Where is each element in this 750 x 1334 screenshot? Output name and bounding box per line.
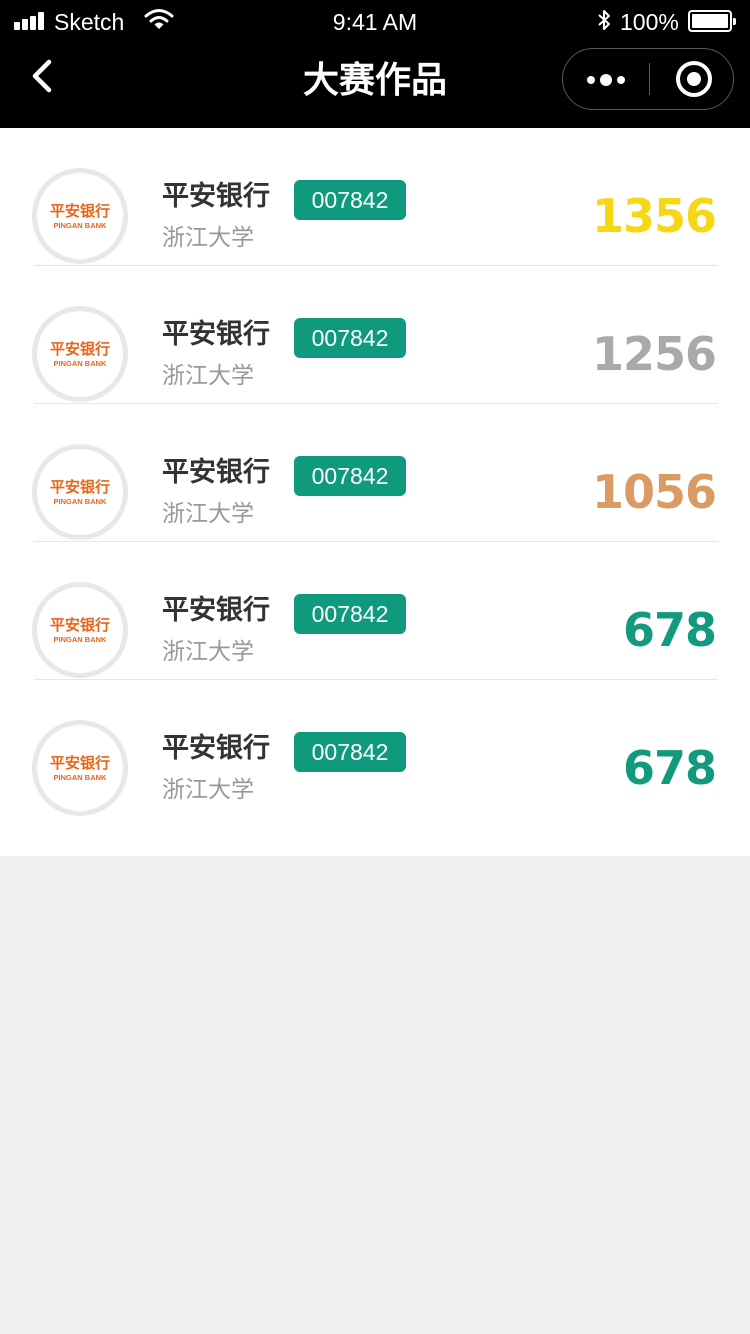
mini-program-capsule	[562, 48, 734, 110]
status-bar: Sketch 9:41 AM 100%	[0, 0, 750, 42]
avatar: 平安银行 PINGAN BANK	[32, 582, 128, 678]
list-item[interactable]: 平安银行 PINGAN BANK 平安银行 007842 浙江大学 678	[0, 542, 750, 680]
score: 678	[622, 741, 717, 795]
works-list: 平安银行 PINGAN BANK 平安银行 007842 浙江大学 1356 平…	[0, 128, 750, 856]
work-name: 平安银行	[162, 319, 270, 350]
work-name: 平安银行	[162, 181, 270, 212]
school-name: 浙江大学	[162, 363, 254, 389]
score: 1256	[591, 327, 717, 381]
work-name: 平安银行	[162, 457, 270, 488]
top-bar: Sketch 9:41 AM 100% 大赛作品	[0, 0, 750, 128]
logo-en-text: PINGAN BANK	[53, 221, 107, 230]
school-name: 浙江大学	[162, 777, 254, 803]
list-item[interactable]: 平安银行 PINGAN BANK 平安银行 007842 浙江大学 678	[0, 680, 750, 818]
school-name: 浙江大学	[162, 225, 254, 251]
list-item[interactable]: 平安银行 PINGAN BANK 平安银行 007842 浙江大学 1056	[0, 404, 750, 542]
logo-en-text: PINGAN BANK	[53, 773, 107, 782]
list-item[interactable]: 平安银行 PINGAN BANK 平安银行 007842 浙江大学 1356	[0, 128, 750, 266]
list-item[interactable]: 平安银行 PINGAN BANK 平安银行 007842 浙江大学 1256	[0, 266, 750, 404]
work-name: 平安银行	[162, 595, 270, 626]
code-badge: 007842	[294, 594, 406, 634]
code-badge: 007842	[294, 180, 406, 220]
logo-en-text: PINGAN BANK	[53, 635, 107, 644]
logo-en-text: PINGAN BANK	[53, 497, 107, 506]
logo-cn-text: 平安银行	[49, 202, 110, 220]
logo-en-text: PINGAN BANK	[53, 359, 107, 368]
battery-percentage: 100%	[620, 9, 679, 35]
code-badge: 007842	[294, 456, 406, 496]
school-name: 浙江大学	[162, 639, 254, 665]
avatar: 平安银行 PINGAN BANK	[32, 444, 128, 540]
logo-cn-text: 平安银行	[49, 478, 110, 496]
code-badge: 007842	[294, 318, 406, 358]
more-dots-icon[interactable]	[563, 49, 649, 109]
bluetooth-icon	[598, 10, 610, 30]
score: 1356	[591, 189, 717, 243]
logo-cn-text: 平安银行	[49, 340, 110, 358]
logo-cn-text: 平安银行	[49, 754, 110, 772]
score: 678	[622, 603, 717, 657]
battery-icon	[688, 10, 736, 32]
code-badge: 007842	[294, 732, 406, 772]
work-name: 平安银行	[162, 733, 270, 764]
avatar: 平安银行 PINGAN BANK	[32, 720, 128, 816]
score: 1056	[591, 465, 717, 519]
avatar: 平安银行 PINGAN BANK	[32, 168, 128, 264]
school-name: 浙江大学	[162, 501, 254, 527]
logo-cn-text: 平安银行	[49, 616, 110, 634]
target-circle-icon[interactable]	[650, 49, 734, 109]
avatar: 平安银行 PINGAN BANK	[32, 306, 128, 402]
